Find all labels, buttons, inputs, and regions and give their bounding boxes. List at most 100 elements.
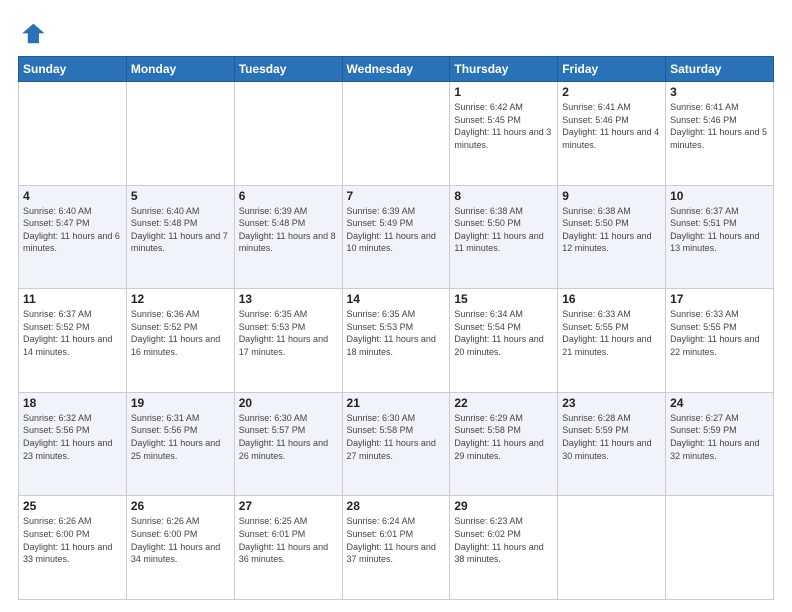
day-number-19: 19 — [131, 396, 230, 410]
calendar-header-thursday: Thursday — [450, 57, 558, 82]
calendar-cell-empty — [666, 496, 774, 600]
calendar-cell-13: 13Sunrise: 6:35 AM Sunset: 5:53 PM Dayli… — [234, 289, 342, 393]
day-number-18: 18 — [23, 396, 122, 410]
calendar-cell-empty — [126, 82, 234, 186]
calendar-week-4: 18 Sunrise: 6:32 AM Sunset: 5:56 PM Dayli… — [19, 392, 774, 496]
day-info-14: Sunrise: 6:35 AM Sunset: 5:53 PM Dayligh… — [347, 308, 446, 358]
day-info-27: Sunrise: 6:25 AM Sunset: 6:01 PM Dayligh… — [239, 515, 338, 565]
calendar-cell-28: 28Sunrise: 6:24 AM Sunset: 6:01 PM Dayli… — [342, 496, 450, 600]
day-info-18: Sunrise: 6:32 AM Sunset: 5:56 PM Dayligh… — [23, 412, 122, 462]
calendar-cell-2: 2 Sunrise: 6:41 AM Sunset: 5:46 PM Daylig… — [558, 82, 666, 186]
day-number-27: 27 — [239, 499, 338, 513]
calendar-cell-25: 25 Sunrise: 6:26 AM Sunset: 6:00 PM Dayli… — [19, 496, 127, 600]
day-info-5: Sunrise: 6:40 AM Sunset: 5:48 PM Dayligh… — [131, 205, 230, 255]
day-info-25: Sunrise: 6:26 AM Sunset: 6:00 PM Dayligh… — [23, 515, 122, 565]
day-number-23: 23 — [562, 396, 661, 410]
day-number-10: 10 — [670, 189, 769, 203]
calendar-cell-19: 19 Sunrise: 6:31 AM Sunset: 5:56 PM Dayli… — [126, 392, 234, 496]
day-number-12: 12 — [131, 292, 230, 306]
day-number-22: 22 — [454, 396, 553, 410]
day-info-20: Sunrise: 6:30 AM Sunset: 5:57 PM Dayligh… — [239, 412, 338, 462]
calendar-cell-empty — [19, 82, 127, 186]
calendar-cell-7: 7Sunrise: 6:39 AM Sunset: 5:49 PM Daylig… — [342, 185, 450, 289]
calendar-cell-5: 5 Sunrise: 6:40 AM Sunset: 5:48 PM Daylig… — [126, 185, 234, 289]
calendar-cell-23: 23 Sunrise: 6:28 AM Sunset: 5:59 PM Dayli… — [558, 392, 666, 496]
day-number-21: 21 — [347, 396, 446, 410]
calendar-cell-18: 18 Sunrise: 6:32 AM Sunset: 5:56 PM Dayli… — [19, 392, 127, 496]
day-info-9: Sunrise: 6:38 AM Sunset: 5:50 PM Dayligh… — [562, 205, 661, 255]
day-info-4: Sunrise: 6:40 AM Sunset: 5:47 PM Dayligh… — [23, 205, 122, 255]
calendar-header-friday: Friday — [558, 57, 666, 82]
calendar-cell-10: 10 Sunrise: 6:37 AM Sunset: 5:51 PM Dayli… — [666, 185, 774, 289]
calendar-cell-29: 29 Sunrise: 6:23 AM Sunset: 6:02 PM Dayli… — [450, 496, 558, 600]
header — [18, 18, 774, 46]
logo — [18, 18, 50, 46]
calendar-cell-22: 22 Sunrise: 6:29 AM Sunset: 5:58 PM Dayli… — [450, 392, 558, 496]
day-info-23: Sunrise: 6:28 AM Sunset: 5:59 PM Dayligh… — [562, 412, 661, 462]
calendar-week-1: 1Sunrise: 6:42 AM Sunset: 5:45 PM Daylig… — [19, 82, 774, 186]
calendar-cell-empty — [558, 496, 666, 600]
day-info-6: Sunrise: 6:39 AM Sunset: 5:48 PM Dayligh… — [239, 205, 338, 255]
day-number-3: 3 — [670, 85, 769, 99]
day-number-26: 26 — [131, 499, 230, 513]
day-info-26: Sunrise: 6:26 AM Sunset: 6:00 PM Dayligh… — [131, 515, 230, 565]
day-info-15: Sunrise: 6:34 AM Sunset: 5:54 PM Dayligh… — [454, 308, 553, 358]
calendar-cell-empty — [234, 82, 342, 186]
calendar-header-row: SundayMondayTuesdayWednesdayThursdayFrid… — [19, 57, 774, 82]
day-info-3: Sunrise: 6:41 AM Sunset: 5:46 PM Dayligh… — [670, 101, 769, 151]
calendar-cell-16: 16 Sunrise: 6:33 AM Sunset: 5:55 PM Dayli… — [558, 289, 666, 393]
day-info-24: Sunrise: 6:27 AM Sunset: 5:59 PM Dayligh… — [670, 412, 769, 462]
day-number-17: 17 — [670, 292, 769, 306]
day-info-11: Sunrise: 6:37 AM Sunset: 5:52 PM Dayligh… — [23, 308, 122, 358]
day-info-17: Sunrise: 6:33 AM Sunset: 5:55 PM Dayligh… — [670, 308, 769, 358]
calendar-cell-8: 8 Sunrise: 6:38 AM Sunset: 5:50 PM Daylig… — [450, 185, 558, 289]
calendar-header-monday: Monday — [126, 57, 234, 82]
calendar-cell-11: 11 Sunrise: 6:37 AM Sunset: 5:52 PM Dayli… — [19, 289, 127, 393]
day-info-28: Sunrise: 6:24 AM Sunset: 6:01 PM Dayligh… — [347, 515, 446, 565]
day-number-20: 20 — [239, 396, 338, 410]
calendar-cell-6: 6 Sunrise: 6:39 AM Sunset: 5:48 PM Daylig… — [234, 185, 342, 289]
calendar-cell-20: 20 Sunrise: 6:30 AM Sunset: 5:57 PM Dayli… — [234, 392, 342, 496]
day-info-22: Sunrise: 6:29 AM Sunset: 5:58 PM Dayligh… — [454, 412, 553, 462]
calendar-cell-26: 26 Sunrise: 6:26 AM Sunset: 6:00 PM Dayli… — [126, 496, 234, 600]
day-number-14: 14 — [347, 292, 446, 306]
calendar-cell-4: 4 Sunrise: 6:40 AM Sunset: 5:47 PM Daylig… — [19, 185, 127, 289]
day-number-9: 9 — [562, 189, 661, 203]
day-info-29: Sunrise: 6:23 AM Sunset: 6:02 PM Dayligh… — [454, 515, 553, 565]
calendar-cell-1: 1Sunrise: 6:42 AM Sunset: 5:45 PM Daylig… — [450, 82, 558, 186]
calendar-cell-14: 14 Sunrise: 6:35 AM Sunset: 5:53 PM Dayli… — [342, 289, 450, 393]
calendar-cell-3: 3 Sunrise: 6:41 AM Sunset: 5:46 PM Daylig… — [666, 82, 774, 186]
day-number-24: 24 — [670, 396, 769, 410]
calendar-cell-12: 12Sunrise: 6:36 AM Sunset: 5:52 PM Dayli… — [126, 289, 234, 393]
day-info-10: Sunrise: 6:37 AM Sunset: 5:51 PM Dayligh… — [670, 205, 769, 255]
day-number-2: 2 — [562, 85, 661, 99]
day-number-6: 6 — [239, 189, 338, 203]
day-number-7: 7 — [347, 189, 446, 203]
day-info-2: Sunrise: 6:41 AM Sunset: 5:46 PM Dayligh… — [562, 101, 661, 151]
calendar-cell-empty — [342, 82, 450, 186]
day-info-1: Sunrise: 6:42 AM Sunset: 5:45 PM Dayligh… — [454, 101, 553, 151]
day-number-25: 25 — [23, 499, 122, 513]
day-number-8: 8 — [454, 189, 553, 203]
day-number-16: 16 — [562, 292, 661, 306]
logo-icon — [18, 18, 46, 46]
calendar-header-saturday: Saturday — [666, 57, 774, 82]
day-info-8: Sunrise: 6:38 AM Sunset: 5:50 PM Dayligh… — [454, 205, 553, 255]
calendar-cell-24: 24 Sunrise: 6:27 AM Sunset: 5:59 PM Dayli… — [666, 392, 774, 496]
calendar-header-wednesday: Wednesday — [342, 57, 450, 82]
day-number-11: 11 — [23, 292, 122, 306]
calendar-week-3: 11 Sunrise: 6:37 AM Sunset: 5:52 PM Dayli… — [19, 289, 774, 393]
calendar-week-2: 4 Sunrise: 6:40 AM Sunset: 5:47 PM Daylig… — [19, 185, 774, 289]
calendar-header-sunday: Sunday — [19, 57, 127, 82]
calendar-cell-27: 27 Sunrise: 6:25 AM Sunset: 6:01 PM Dayli… — [234, 496, 342, 600]
page: SundayMondayTuesdayWednesdayThursdayFrid… — [0, 0, 792, 612]
day-info-19: Sunrise: 6:31 AM Sunset: 5:56 PM Dayligh… — [131, 412, 230, 462]
day-number-29: 29 — [454, 499, 553, 513]
day-number-5: 5 — [131, 189, 230, 203]
day-number-4: 4 — [23, 189, 122, 203]
calendar-table: SundayMondayTuesdayWednesdayThursdayFrid… — [18, 56, 774, 600]
day-info-13: Sunrise: 6:35 AM Sunset: 5:53 PM Dayligh… — [239, 308, 338, 358]
calendar-cell-9: 9 Sunrise: 6:38 AM Sunset: 5:50 PM Daylig… — [558, 185, 666, 289]
day-number-15: 15 — [454, 292, 553, 306]
day-info-16: Sunrise: 6:33 AM Sunset: 5:55 PM Dayligh… — [562, 308, 661, 358]
